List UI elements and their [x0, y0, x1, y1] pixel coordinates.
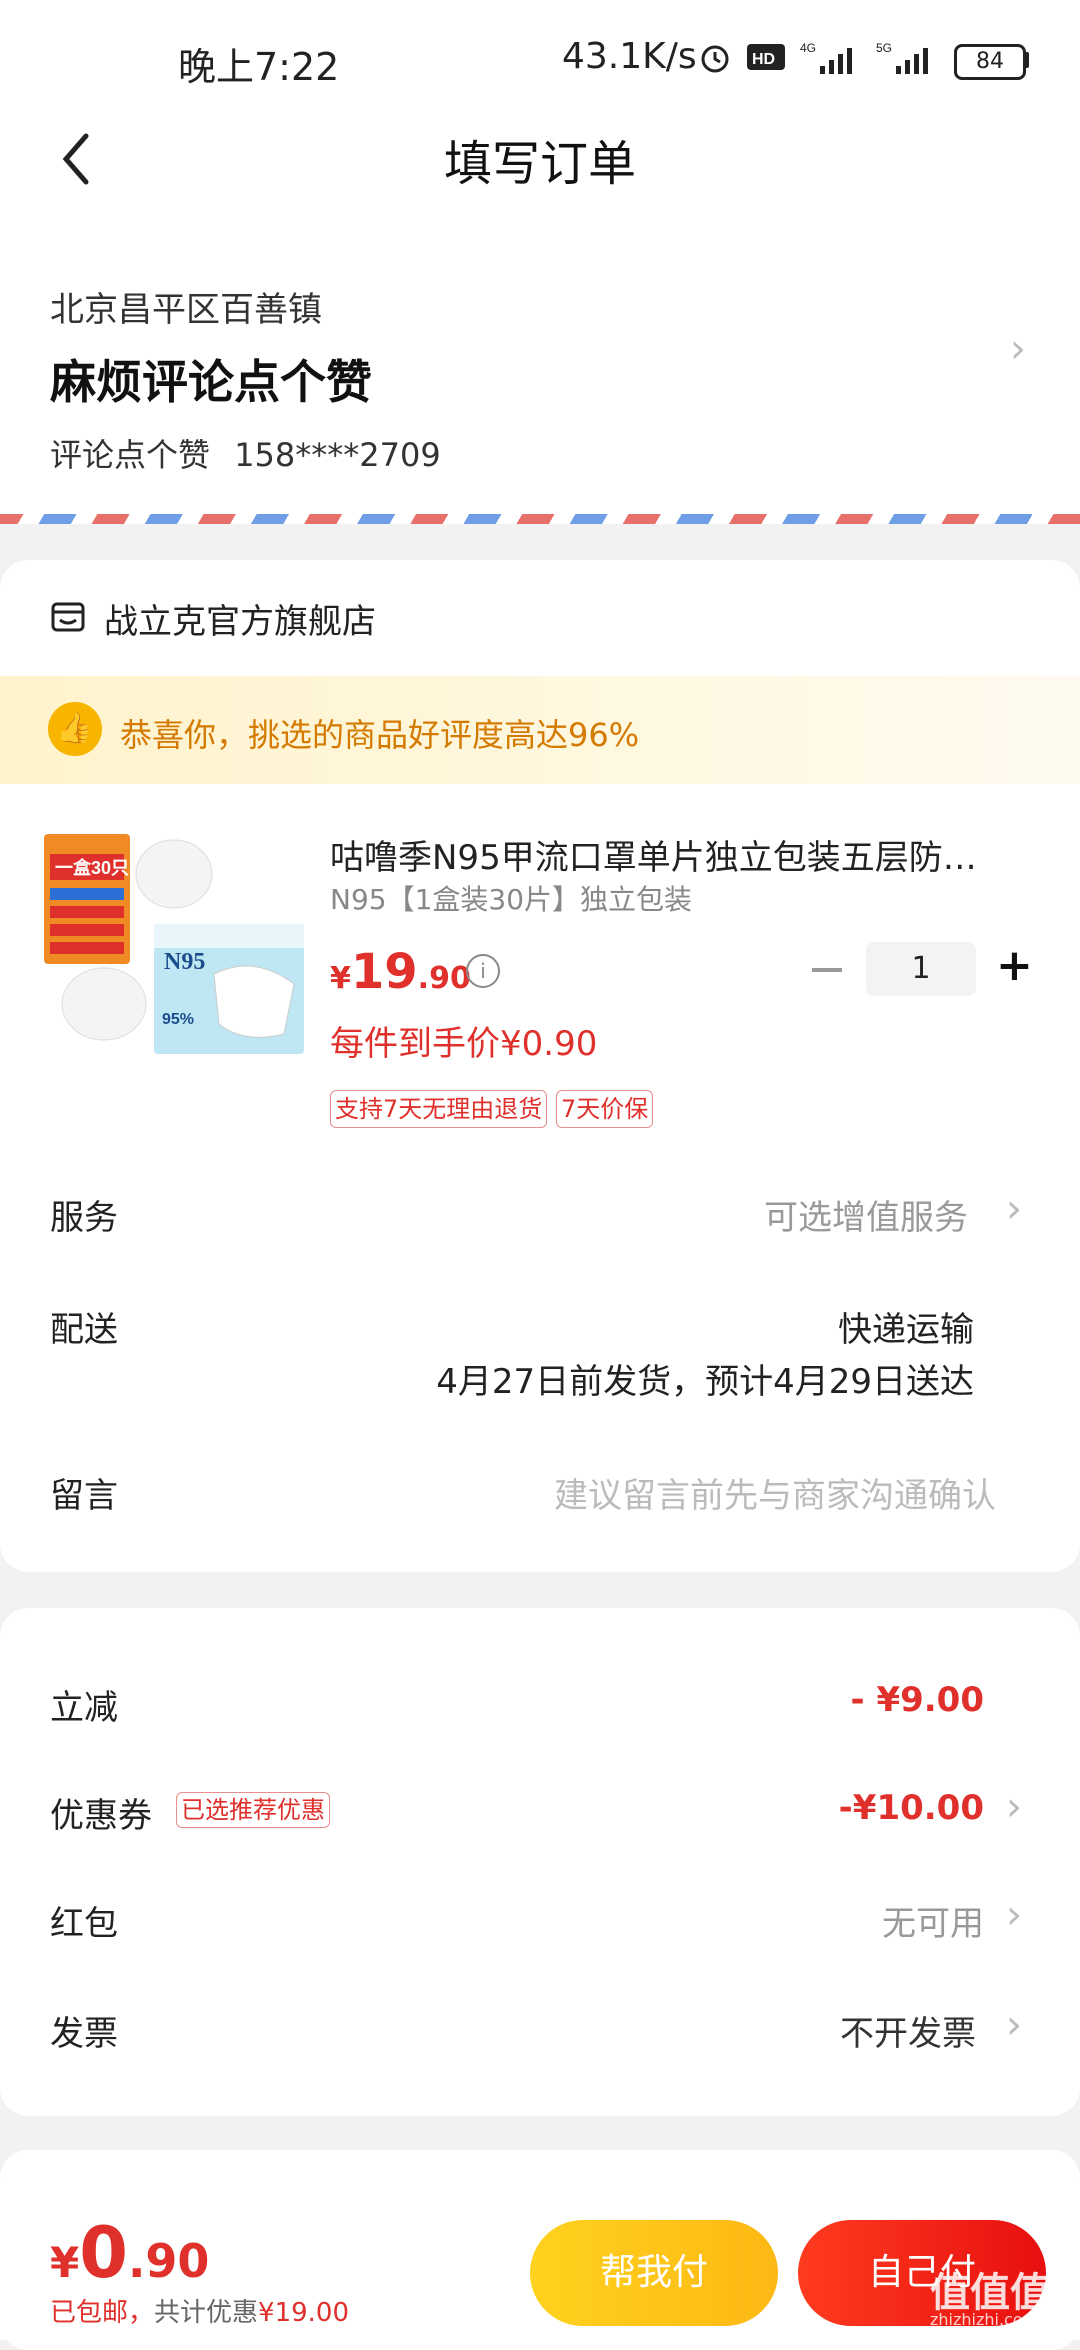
price-info-icon[interactable]: i	[466, 954, 500, 988]
price-currency: ¥	[330, 961, 351, 996]
service-label: 服务	[50, 1198, 118, 1238]
svg-text:5G: 5G	[876, 41, 892, 55]
discount-label: 立减	[50, 1688, 118, 1728]
address-chevron-right-icon: ›	[1010, 326, 1026, 372]
product-price: ¥19.90	[330, 944, 471, 1000]
invoice-chevron-right-icon[interactable]: ›	[1006, 2002, 1022, 2048]
price-dec: .90	[417, 961, 471, 996]
address-region: 北京昌平区百善镇	[50, 290, 322, 330]
unit-price: 每件到手价¥0.90	[330, 1024, 598, 1064]
tag-return-policy: 支持7天无理由退货	[330, 1090, 548, 1128]
total-note: 已包邮，共计优惠¥19.00	[50, 2292, 349, 2329]
coupon-label: 优惠券	[50, 1796, 152, 1836]
saving-value: ¥19.00	[258, 2298, 350, 2328]
help-pay-button[interactable]: 帮我付	[530, 2220, 778, 2326]
coupon-chevron-right-icon[interactable]: ›	[1006, 1784, 1022, 1830]
hd-icon: HD	[747, 44, 785, 70]
image-box-label: N95	[164, 949, 205, 975]
discount-value: - ¥9.00	[850, 1680, 985, 1720]
shipping-note: 已包邮，	[50, 2298, 155, 2328]
delivery-eta: 4月27日前发货，预计4月29日送达	[436, 1362, 974, 1402]
price-int: 19	[350, 944, 418, 1000]
service-value[interactable]: 可选增值服务	[764, 1190, 968, 1239]
quantity-increase-button[interactable]: +	[996, 944, 1033, 988]
delivery-method: 快递运输	[838, 1310, 974, 1350]
note-label: 留言	[50, 1476, 118, 1516]
store-icon	[51, 602, 85, 632]
quantity-decrease-button[interactable]	[812, 968, 842, 972]
note-input[interactable]: 建议留言前先与商家沟通确认	[554, 1468, 996, 1517]
tag-price-protect: 7天价保	[556, 1090, 654, 1128]
contact-phone: 158****2709	[234, 436, 441, 474]
saving-label: 共计优惠	[154, 2298, 259, 2328]
svg-text:HD: HD	[752, 51, 775, 68]
service-chevron-right-icon[interactable]: ›	[1006, 1186, 1022, 1232]
total-dec: .90	[127, 2234, 210, 2288]
alarm-icon	[701, 45, 729, 73]
product-title[interactable]: 咕噜季N95甲流口罩单片独立包装五层防…	[330, 830, 1030, 879]
signal-5g-icon: 5G	[876, 41, 928, 74]
coupon-value[interactable]: -¥10.00	[839, 1788, 984, 1828]
invoice-label: 发票	[50, 2014, 118, 2054]
total-currency: ¥	[50, 2238, 80, 2287]
invoice-value[interactable]: 不开发票	[840, 2006, 976, 2055]
thumbs-up-icon: 👍	[48, 702, 102, 756]
signal-4g-icon: 4G	[800, 41, 852, 74]
contact-name: 评论点个赞	[50, 436, 211, 474]
image-badge-text: 一盒30只	[55, 857, 129, 878]
status-time: 晚上7:22	[178, 45, 340, 89]
battery-level: 84	[976, 49, 1004, 74]
shop-name[interactable]: 战立克官方旗舰店	[104, 594, 376, 643]
redpacket-value[interactable]: 无可用	[882, 1896, 984, 1945]
coupon-badge: 已选推荐优惠	[176, 1792, 330, 1828]
battery-icon: 84	[954, 44, 1026, 80]
svg-text:4G: 4G	[800, 41, 816, 55]
watermark-url: zhizhizhi.com	[930, 2310, 1039, 2329]
total-int: 0	[79, 2212, 128, 2294]
product-image[interactable]: 一盒30只 N95 95%	[44, 824, 306, 1074]
battery-tip	[1024, 52, 1029, 68]
status-network-speed: 43.1K/s	[562, 36, 697, 77]
product-spec[interactable]: N95【1盒装30片】独立包装	[330, 878, 692, 918]
quantity-value[interactable]: 1	[866, 942, 976, 996]
address-contact: 评论点个赞 158****2709	[50, 430, 441, 476]
delivery-label: 配送	[50, 1310, 118, 1350]
redpacket-label: 红包	[50, 1904, 118, 1944]
airmail-border	[0, 514, 1080, 524]
image-percent: 95%	[162, 1011, 194, 1028]
redpacket-chevron-right-icon[interactable]: ›	[1006, 1892, 1022, 1938]
address-recipient: 麻烦评论点个赞	[50, 355, 372, 409]
total-price: ¥0.90	[50, 2212, 209, 2294]
praise-text: 恭喜你，挑选的商品好评度高达96%	[120, 716, 640, 754]
page-title: 填写订单	[443, 136, 636, 192]
